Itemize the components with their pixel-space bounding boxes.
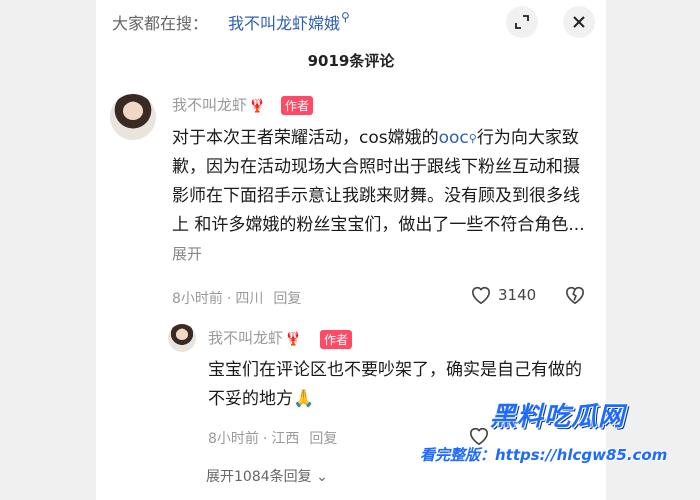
search-icon: ⚲: [468, 132, 477, 145]
close-button[interactable]: [563, 6, 595, 38]
search-suggestion-link[interactable]: 我不叫龙虾嫦娥⚲: [228, 10, 350, 34]
comments-count: 9019条评论: [307, 52, 395, 70]
heart-icon: [471, 286, 491, 305]
expand-replies-label: 展开1084条回复: [206, 469, 312, 485]
reply-like-icon[interactable]: [468, 426, 490, 446]
reply-button[interactable]: 回复: [273, 291, 301, 307]
reply-meta: 8小时前 · 江西 回复: [208, 431, 338, 447]
reply-author-badge: 作者: [320, 330, 353, 349]
comment-location: 四川: [235, 291, 264, 307]
comment-meta: 8小时前 · 四川 回复: [172, 291, 302, 307]
reply-to-reply-button[interactable]: 回复: [309, 431, 337, 447]
close-icon: [573, 16, 585, 28]
reply-location: 江西: [271, 431, 300, 447]
watermark-note: 看完整版：https://hlcgw85.com: [420, 446, 668, 464]
search-suggestion-text: 我不叫龙虾嫦娥: [228, 14, 341, 33]
like-count: 3140: [498, 286, 537, 304]
reply-username[interactable]: 我不叫龙虾 🦞: [208, 327, 301, 348]
ooc-search-link[interactable]: ooc⚲: [439, 128, 477, 148]
avatar[interactable]: [110, 94, 156, 140]
author-badge: 作者: [281, 96, 314, 115]
comment-time: 8小时前: [172, 291, 223, 307]
watermark-brand: 黑料吃瓜网: [490, 402, 626, 432]
search-hint-label: 大家都在搜：: [112, 14, 209, 33]
reply-username-text: 我不叫龙虾: [208, 329, 284, 347]
chevron-down-icon: ⌄: [316, 469, 328, 485]
expand-icon: [515, 15, 529, 29]
lobster-emoji: 🦞: [285, 332, 302, 347]
search-icon: ⚲: [341, 10, 350, 24]
expand-replies-button[interactable]: 展开1084条回复 ⌄: [206, 466, 328, 486]
comment-username-text: 我不叫龙虾: [172, 96, 248, 114]
broken-heart-icon[interactable]: [564, 285, 586, 305]
comment-text-part-1: 对于本次王者荣耀活动，cos嫦娥的: [172, 128, 439, 148]
comment-username[interactable]: 我不叫龙虾 🦞: [172, 94, 265, 115]
like-button[interactable]: 3140: [470, 285, 536, 305]
reply-avatar[interactable]: [168, 324, 196, 352]
expand-button[interactable]: [506, 6, 538, 38]
top-bar: 大家都在搜： 我不叫龙虾嫦娥⚲: [96, 0, 606, 44]
ooc-link-text: ooc: [438, 128, 469, 148]
reply-time: 8小时前: [208, 431, 259, 447]
lobster-emoji: 🦞: [249, 99, 266, 114]
comment-text: 对于本次王者荣耀活动，cos嫦娥的ooc⚲行为向大家致歉，因为在活动现场大合照时…: [172, 124, 587, 269]
expand-comment-link[interactable]: 展开: [172, 245, 202, 263]
